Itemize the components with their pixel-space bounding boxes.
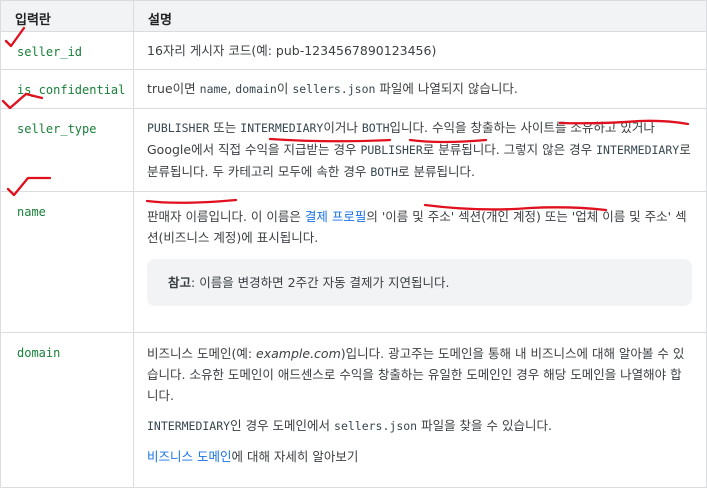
- code-text: sellers.json: [292, 82, 376, 96]
- field-name: seller_id: [17, 45, 83, 59]
- code-text: INTERMEDIARY: [147, 419, 231, 433]
- field-name: seller_type: [17, 122, 97, 136]
- text: true이면: [147, 81, 200, 96]
- text: 에 대해 자세히 알아보기: [231, 449, 359, 464]
- note-text: : 이름을 변경하면 2주간 자동 결제가 지연됩니다.: [191, 275, 450, 290]
- text: 이거나: [323, 120, 362, 135]
- table-row: is_confidential true이면 name, domain이 sel…: [0, 69, 707, 109]
- business-domain-link[interactable]: 비즈니스 도메인: [147, 449, 231, 464]
- code-text: BOTH: [370, 165, 399, 179]
- table-row: name 판매자 이름입니다. 이 이름은 결제 프로필의 '이름 및 주소' …: [0, 191, 707, 333]
- text: 판매자 이름입니다. 이 이름은: [147, 209, 305, 224]
- fields-table: 입력란 설명 seller_id 16자리 게시자 코드(예: pub-1234…: [0, 0, 707, 488]
- header-description: 설명: [133, 0, 707, 32]
- text: 이: [276, 81, 293, 96]
- text: 파일을 찾을 수 있습니다.: [417, 418, 552, 433]
- field-name: is_confidential: [17, 83, 126, 97]
- field-description: 비즈니스 도메인(예: example.com)입니다. 광고주는 도메인을 통…: [133, 332, 707, 488]
- code-text: INTERMEDIARY: [596, 143, 680, 157]
- code-text: BOTH: [361, 121, 390, 135]
- table-header-row: 입력란 설명: [0, 0, 707, 32]
- text: 로 분류됩니다. 그렇지 않은 경우: [422, 142, 597, 157]
- code-text: name: [199, 82, 228, 96]
- field-name: domain: [17, 346, 61, 360]
- code-text: PUBLISHER: [360, 143, 423, 157]
- table-row: seller_id 16자리 게시자 코드(예: pub-12345678901…: [0, 31, 707, 70]
- text: 또는: [209, 120, 241, 135]
- example-domain: example.com: [256, 346, 341, 361]
- text: 파일에 나열되지 않습니다.: [375, 81, 518, 96]
- field-description: true이면 name, domain이 sellers.json 파일에 나열…: [133, 69, 707, 109]
- code-text: PUBLISHER: [147, 121, 210, 135]
- text: 비즈니스 도메인(예:: [147, 346, 257, 361]
- header-field: 입력란: [0, 0, 134, 32]
- field-name: name: [17, 205, 46, 219]
- table-row: domain 비즈니스 도메인(예: example.com)입니다. 광고주는…: [0, 332, 707, 488]
- text: 로 분류됩니다.: [398, 164, 475, 179]
- field-description: 판매자 이름입니다. 이 이름은 결제 프로필의 '이름 및 주소' 섹션(개인…: [133, 191, 707, 333]
- text: 인 경우 도메인에서: [230, 418, 335, 433]
- code-text: sellers.json: [334, 419, 418, 433]
- table-row: seller_type PUBLISHER 또는 INTERMEDIARY이거나…: [0, 108, 707, 192]
- code-text: domain: [235, 82, 277, 96]
- payment-profile-link[interactable]: 결제 프로필: [305, 209, 366, 224]
- field-description: 16자리 게시자 코드(예: pub-1234567890123456): [147, 43, 437, 58]
- field-description: PUBLISHER 또는 INTERMEDIARY이거나 BOTH입니다. 수익…: [133, 108, 707, 192]
- note-label: 참고: [168, 275, 192, 290]
- note-box: 참고: 이름을 변경하면 2주간 자동 결제가 지연됩니다.: [147, 259, 692, 306]
- code-text: INTERMEDIARY: [240, 121, 324, 135]
